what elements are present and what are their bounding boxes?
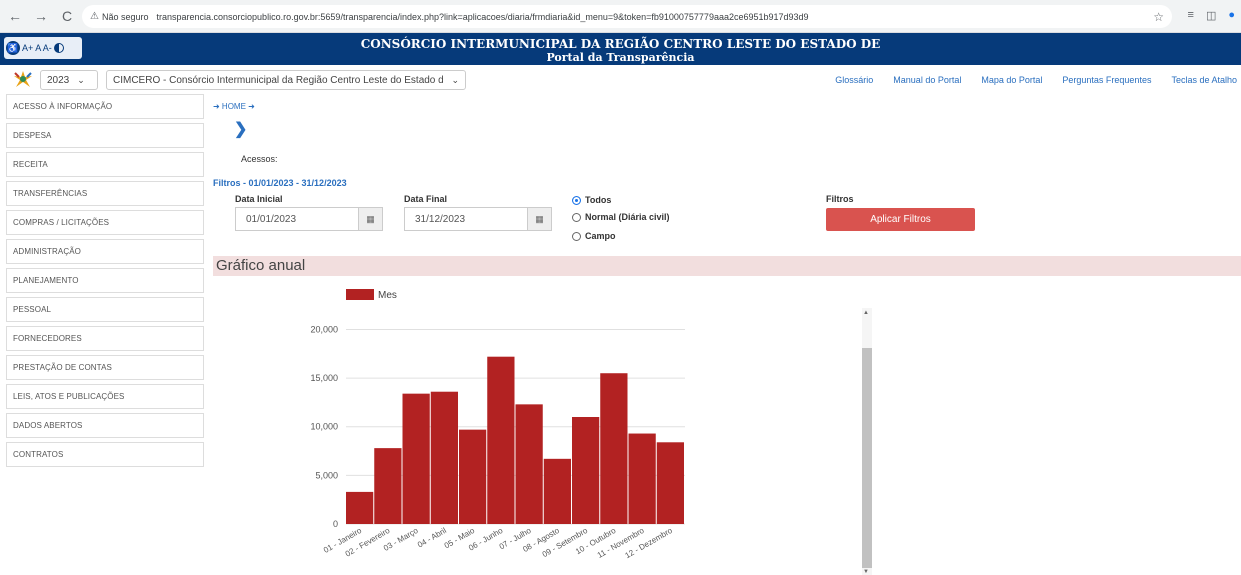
chart-bar[interactable] (374, 448, 402, 524)
site-header: ♿ A+ A A- CONSÓRCIO INTERMUNICIPAL DA RE… (0, 33, 1241, 65)
sub-bar: 2023 ⌄ CIMCERO - Consórcio Intermunicipa… (0, 65, 1241, 93)
entity-select[interactable]: CIMCERO - Consórcio Intermunicipal da Re… (106, 70, 466, 90)
legend-label: Mes (378, 290, 397, 301)
year-select[interactable]: 2023 ⌄ (40, 70, 98, 90)
header-subtitle: Portal da Transparência (546, 51, 695, 64)
reload-icon[interactable]: C (56, 5, 78, 27)
chart-bar[interactable] (628, 433, 656, 524)
y-tick-label: 10,000 (310, 422, 338, 432)
calendar-icon[interactable]: ▦ (527, 208, 551, 230)
sidebar-menu: ACESSO À INFORMAÇÃO DESPESA RECEITA TRAN… (6, 94, 204, 471)
link-manual-portal[interactable]: Manual do Portal (893, 75, 961, 85)
sidebar-item-acesso-informacao[interactable]: ACESSO À INFORMAÇÃO (6, 94, 204, 119)
chevron-down-icon: ⌄ (77, 74, 85, 85)
link-perguntas-frequentes[interactable]: Perguntas Frequentes (1062, 75, 1151, 85)
sidebar-item-administracao[interactable]: ADMINISTRAÇÃO (6, 239, 204, 264)
profile-icon[interactable]: ● (1228, 9, 1235, 22)
chevron-down-icon: ⌄ (451, 74, 459, 85)
chart-scrollbar[interactable]: ▲ ▼ (862, 308, 872, 575)
breadcrumb[interactable]: ➜ HOME ➜ (213, 102, 255, 111)
section-title: Gráfico anual (216, 257, 306, 274)
chart-bar[interactable] (543, 458, 571, 524)
acessos-label: Acessos: (241, 154, 278, 164)
side-panel-icon[interactable]: ◫ (1206, 9, 1216, 22)
url-text[interactable]: transparencia.consorciopublico.ro.gov.br… (157, 12, 809, 22)
annual-bar-chart: 05,00010,00015,00020,00001 - Janeiro02 -… (310, 289, 685, 560)
data-final-field[interactable]: 31/12/2023 ▦ (404, 207, 552, 231)
bookmark-star-icon[interactable]: ☆ (1153, 10, 1164, 24)
chart-bar[interactable] (487, 356, 515, 524)
sidebar-item-despesa[interactable]: DESPESA (6, 123, 204, 148)
data-final-label: Data Final (404, 194, 448, 204)
radio-selected-indicator (572, 195, 581, 205)
sidebar-item-planejamento[interactable]: PLANEJAMENTO (6, 268, 204, 293)
sidebar-item-receita[interactable]: RECEITA (6, 152, 204, 177)
legend-swatch (346, 289, 374, 300)
legend-layer: Mes (346, 289, 397, 301)
main-content: ➜ HOME ➜ ❯ Acessos: Filtros - 01/01/2023… (213, 94, 1241, 575)
radio-normal-label: Normal (Diária civil) (585, 212, 670, 222)
sidebar-item-prestacao-contas[interactable]: PRESTAÇÃO DE CONTAS (6, 355, 204, 380)
data-inicial-field[interactable]: 01/01/2023 ▦ (235, 207, 383, 231)
sidebar-item-leis-atos[interactable]: LEIS, ATOS E PUBLICAÇÕES (6, 384, 204, 409)
browser-toolbar: ← → C ⚠ Não seguro transparencia.consorc… (0, 0, 1241, 33)
filtros-label: Filtros (826, 194, 854, 204)
link-teclas-atalho[interactable]: Teclas de Atalho (1171, 75, 1237, 85)
sidebar-item-dados-abertos[interactable]: DADOS ABERTOS (6, 413, 204, 438)
logo-icon (14, 71, 32, 87)
link-mapa-portal[interactable]: Mapa do Portal (981, 75, 1042, 85)
y-tick-label: 5,000 (315, 470, 338, 480)
y-tick-label: 15,000 (310, 373, 338, 383)
chart-bar[interactable] (459, 429, 487, 524)
sidebar-item-transferencias[interactable]: TRANSFERÊNCIAS (6, 181, 204, 206)
data-final-value: 31/12/2023 (415, 213, 466, 225)
link-glossario[interactable]: Glossário (835, 75, 873, 85)
filter-range-label: Filtros - 01/01/2023 - 31/12/2023 (213, 178, 347, 188)
sidebar-item-pessoal[interactable]: PESSOAL (6, 297, 204, 322)
warning-icon: ⚠ (90, 11, 99, 22)
scroll-up-icon[interactable]: ▲ (863, 310, 869, 316)
chart-bar[interactable] (600, 373, 628, 524)
section-header: Gráfico anual (213, 256, 1241, 276)
year-select-value: 2023 (47, 74, 70, 86)
radio-campo-label: Campo (585, 231, 616, 241)
header-title: CONSÓRCIO INTERMUNICIPAL DA REGIÃO CENTR… (360, 37, 881, 51)
entity-select-value: CIMCERO - Consórcio Intermunicipal da Re… (113, 74, 444, 86)
forward-icon[interactable]: → (30, 5, 52, 27)
sidebar-item-compras-licitacoes[interactable]: COMPRAS / LICITAÇÕES (6, 210, 204, 235)
reading-list-icon[interactable]: ≡ (1188, 9, 1194, 22)
chart-bar[interactable] (656, 442, 684, 524)
y-tick-label: 20,000 (310, 324, 338, 334)
chart-bar[interactable] (402, 393, 430, 524)
bar-layer (346, 356, 684, 524)
radio-campo[interactable]: Campo (572, 231, 616, 241)
radio-indicator (572, 212, 581, 222)
radio-normal[interactable]: Normal (Diária civil) (572, 212, 670, 222)
chevron-right-icon[interactable]: ❯ (234, 119, 247, 139)
apply-filters-button[interactable]: Aplicar Filtros (826, 208, 975, 231)
scroll-down-icon[interactable]: ▼ (863, 569, 869, 575)
top-links: Glossário Manual do Portal Mapa do Porta… (835, 75, 1237, 85)
data-inicial-value: 01/01/2023 (246, 213, 297, 225)
sidebar-item-fornecedores[interactable]: FORNECEDORES (6, 326, 204, 351)
scroll-thumb[interactable] (862, 348, 872, 568)
chart-bar[interactable] (430, 391, 458, 524)
radio-todos-label: Todos (585, 195, 612, 205)
calendar-icon[interactable]: ▦ (358, 208, 382, 230)
chart-bar[interactable] (572, 417, 600, 524)
back-icon[interactable]: ← (4, 5, 26, 27)
data-inicial-label: Data Inicial (235, 194, 283, 204)
radio-indicator (572, 231, 581, 241)
not-secure-label[interactable]: Não seguro (102, 12, 149, 22)
address-bar[interactable]: ⚠ Não seguro transparencia.consorciopubl… (82, 5, 1172, 28)
y-tick-label: 0 (333, 519, 338, 529)
x-tick-label: 04 - Abril (416, 526, 448, 550)
chart-bar[interactable] (346, 491, 374, 524)
radio-todos[interactable]: Todos (572, 195, 611, 205)
sidebar-item-contratos[interactable]: CONTRATOS (6, 442, 204, 467)
browser-actions: ≡ ◫ ● (1188, 9, 1235, 22)
chart-bar[interactable] (515, 404, 543, 524)
